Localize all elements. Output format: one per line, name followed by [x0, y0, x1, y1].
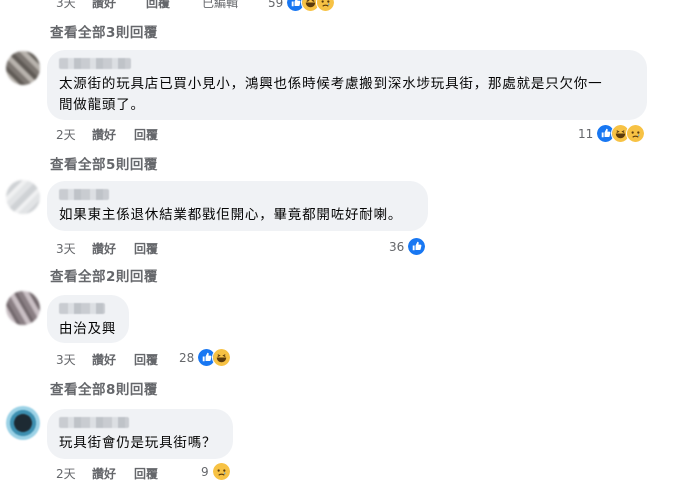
sad-icon [211, 462, 231, 481]
reply-button[interactable]: 回覆 [134, 465, 158, 482]
comment-text: 太源街的玩具店已買小見小，鴻興也係時候考慮搬到深水埗玩具街，那處就是只欠你一 [59, 76, 603, 92]
comment-actions: 2天 讚好 回覆 [56, 126, 256, 143]
comment-text: 由治及興 [59, 321, 117, 337]
avatar[interactable] [6, 51, 40, 85]
view-replies-link[interactable]: 查看全部3則回覆 [50, 21, 158, 41]
top-edited-label: 已編輯 [202, 0, 239, 10]
top-reaction-count: 59 [268, 0, 284, 10]
comment-time: 3天 [56, 353, 76, 367]
reply-button[interactable]: 回覆 [134, 240, 158, 257]
avatar[interactable] [6, 406, 40, 440]
comment-text: 如果東主係退休結業都戥佢開心，畢竟都開咗好耐喇。 [59, 207, 403, 223]
haha-icon [212, 348, 232, 367]
sad-icon [316, 0, 336, 12]
reaction-count: 28 [179, 350, 195, 365]
reaction-count: 9 [201, 464, 209, 479]
comment-bubble: 如果東主係退休結業都戥佢開心，畢竟都開咗好耐喇。 [47, 181, 428, 231]
comment-text: 間做龍頭了。 [59, 97, 145, 113]
comment-reactions[interactable]: 9 [201, 462, 231, 481]
avatar[interactable] [6, 180, 40, 214]
commenter-name-redacted[interactable] [59, 58, 131, 69]
comment-bubble: 太源街的玩具店已買小見小，鴻興也係時候考慮搬到深水埗玩具街，那處就是只欠你一 間… [47, 50, 647, 120]
top-reply-button[interactable]: 回覆 [146, 0, 170, 11]
reply-button[interactable]: 回覆 [134, 126, 158, 143]
comment-reactions[interactable]: 36 [389, 237, 427, 256]
view-replies-link[interactable]: 查看全部2則回覆 [50, 265, 158, 285]
view-replies-link[interactable]: 查看全部5則回覆 [50, 153, 158, 173]
comment-bubble: 由治及興 [47, 295, 129, 343]
avatar[interactable] [6, 291, 40, 325]
comment-actions: 3天 讚好 回覆 [56, 240, 256, 257]
like-icon [407, 237, 427, 256]
comment-time: 2天 [56, 467, 76, 481]
comment-time: 3天 [56, 242, 76, 256]
top-comment-time: 3天 [56, 0, 76, 10]
comment-reactions[interactable]: 28 [179, 348, 232, 367]
comment-time: 2天 [56, 128, 76, 142]
like-button[interactable]: 讚好 [92, 351, 116, 368]
comment-text: 玩具街會仍是玩具街嗎？ [59, 435, 217, 451]
view-replies-link[interactable]: 查看全部8則回覆 [50, 378, 158, 398]
top-reactions[interactable]: 59 [268, 0, 336, 12]
like-button[interactable]: 讚好 [92, 465, 116, 482]
comment-reactions[interactable]: 11 [578, 124, 646, 143]
reply-button[interactable]: 回覆 [134, 351, 158, 368]
top-like-button[interactable]: 讚好 [92, 0, 116, 11]
like-button[interactable]: 讚好 [92, 126, 116, 143]
commenter-name-redacted[interactable] [59, 417, 129, 428]
reaction-count: 36 [389, 239, 405, 254]
reaction-count: 11 [578, 126, 594, 141]
comment-bubble: 玩具街會仍是玩具街嗎？ [47, 409, 233, 459]
commenter-name-redacted[interactable] [59, 189, 109, 200]
sad-icon [626, 124, 646, 143]
like-button[interactable]: 讚好 [92, 240, 116, 257]
commenter-name-redacted[interactable] [59, 303, 105, 314]
